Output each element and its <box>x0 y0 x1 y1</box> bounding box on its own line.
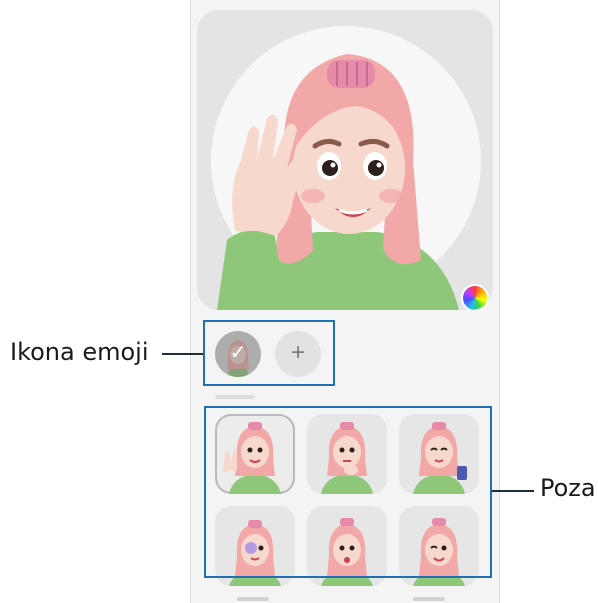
emoji-icon-callout-line <box>162 353 203 355</box>
section-label-placeholder <box>215 395 255 400</box>
cancel-button[interactable] <box>237 597 269 601</box>
emoji-icon-callout-label: Ikona emoji <box>10 338 149 366</box>
pose-callout-box <box>204 406 492 578</box>
bottom-bar <box>191 589 499 603</box>
avatar-preview <box>197 10 493 310</box>
emoji-icon-callout-box <box>203 320 335 386</box>
pose-callout-line <box>492 490 534 492</box>
avatar-image <box>217 54 459 310</box>
section-label <box>215 392 295 402</box>
screenshot-page: ✓ + Ikona emoji Poza <box>0 0 598 603</box>
done-button[interactable] <box>413 597 445 601</box>
pose-callout-label: Poza <box>540 474 596 502</box>
color-wheel-icon[interactable] <box>463 286 487 310</box>
